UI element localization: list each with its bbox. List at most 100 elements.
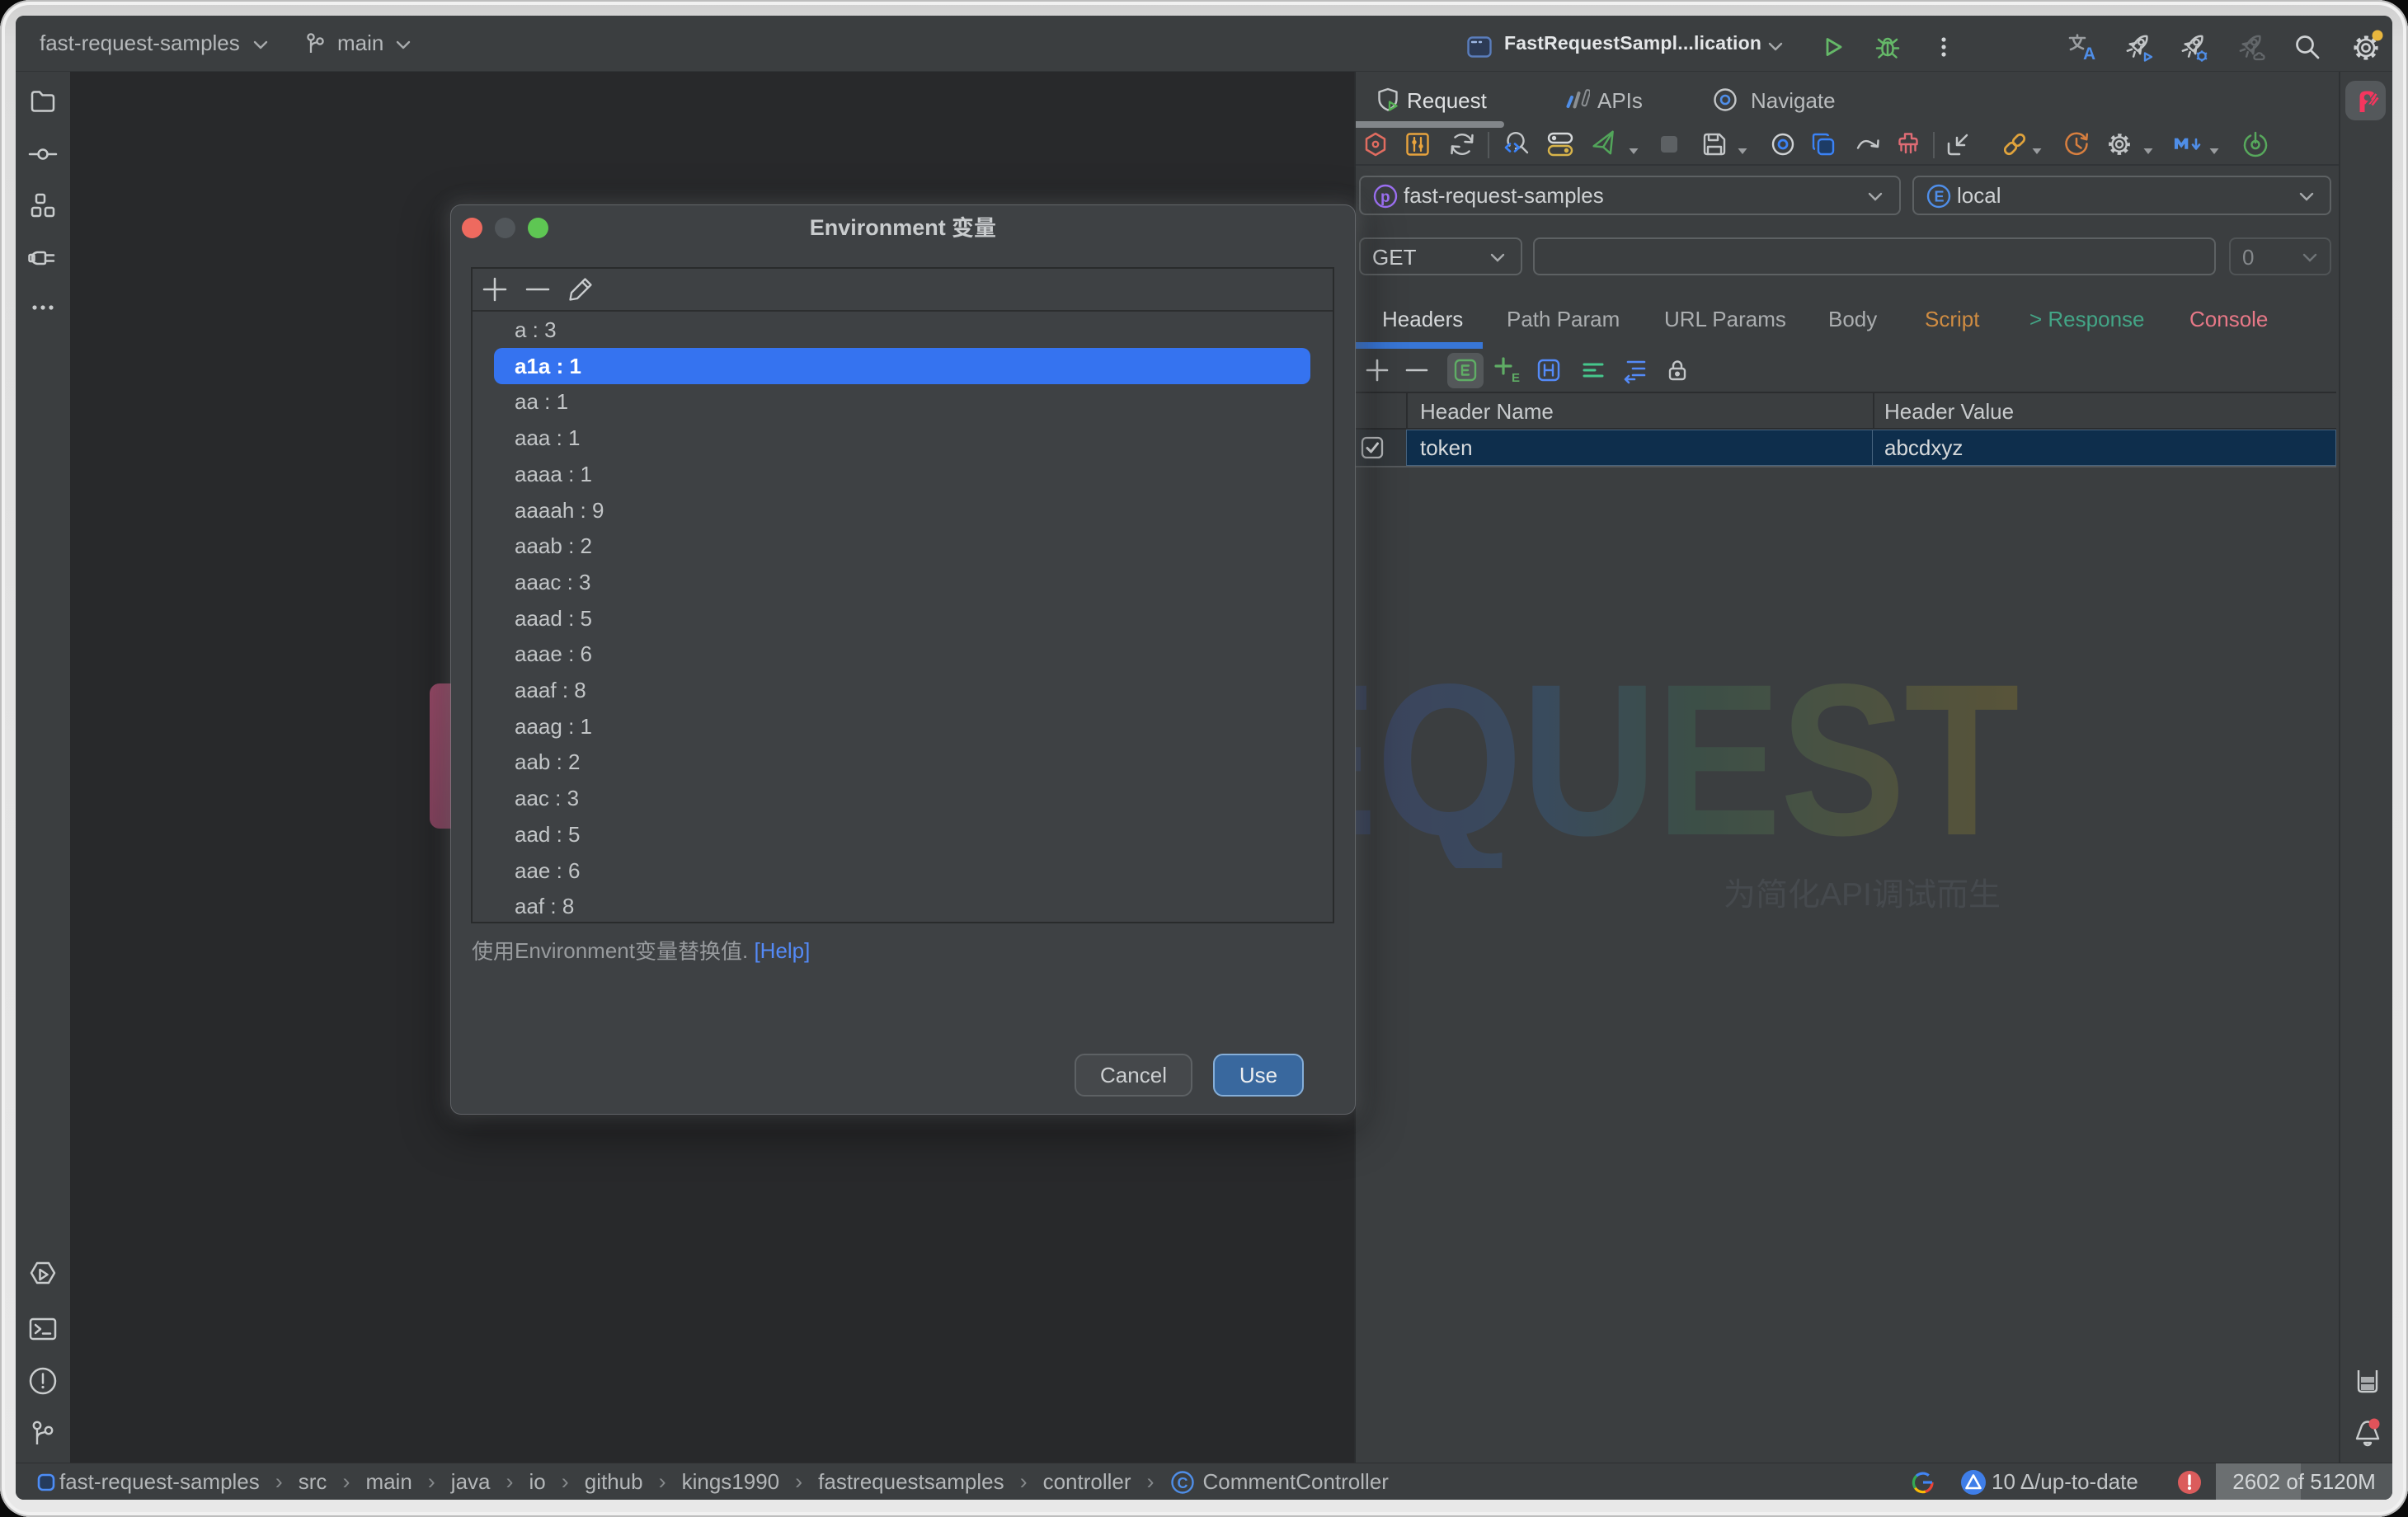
row-checkbox[interactable]	[1360, 435, 1385, 460]
url-input[interactable]	[1533, 237, 2216, 275]
more-actions-button[interactable]	[1931, 35, 1956, 59]
method-select[interactable]: GET	[1359, 237, 1522, 275]
run-configuration-icon[interactable]	[1466, 34, 1493, 60]
row-value-cell[interactable]: abcdxyz	[1873, 430, 2336, 466]
breadcrumb-item[interactable]: kings1990	[682, 1463, 780, 1500]
refresh-icon[interactable]	[1447, 129, 1477, 159]
sync-status-text[interactable]: 10 Δ/up-to-date	[1992, 1463, 2138, 1500]
run-button[interactable]	[1820, 34, 1846, 60]
breadcrumb-item[interactable]: java	[451, 1463, 491, 1500]
services-tool-icon[interactable]	[27, 1259, 59, 1290]
translate-icon[interactable]: A	[2067, 31, 2098, 63]
breadcrumb-item[interactable]: CommentController	[1203, 1463, 1389, 1500]
search-code-icon[interactable]	[1503, 129, 1532, 159]
record-icon[interactable]	[1770, 131, 1796, 157]
breadcrumb-item[interactable]: controller	[1043, 1463, 1131, 1500]
env-list-item[interactable]: aaaah : 9	[494, 492, 1310, 528]
structure-tool-icon[interactable]	[29, 191, 57, 219]
git-tool-icon[interactable]	[28, 1419, 58, 1449]
subtab-headers[interactable]: Headers	[1382, 307, 1463, 332]
settings-gear-icon[interactable]	[2349, 30, 2383, 64]
breadcrumb-item[interactable]: src	[299, 1463, 327, 1500]
link-icon[interactable]	[2000, 129, 2029, 159]
run-configuration-name[interactable]: FastRequestSampl...lication	[1504, 16, 1761, 71]
subtab-response[interactable]: > Response	[2029, 307, 2144, 332]
save-icon[interactable]	[1700, 130, 1728, 158]
row-name-cell[interactable]: token	[1406, 430, 1873, 466]
table-row[interactable]: token abcdxyz	[1356, 430, 2336, 467]
list-edit-icon[interactable]	[566, 275, 595, 304]
table-align-icon[interactable]	[1580, 357, 1606, 383]
subtab-script[interactable]: Script	[1925, 307, 1979, 332]
use-button[interactable]: Use	[1213, 1054, 1304, 1097]
git-branch-selector-icon[interactable]	[303, 31, 327, 56]
env-list-item[interactable]: aaaa : 1	[494, 456, 1310, 492]
chevron-down-icon[interactable]	[1765, 35, 1786, 57]
error-indicator-icon[interactable]	[2175, 1468, 2203, 1496]
import-icon[interactable]	[1944, 130, 1972, 158]
chevron-down-icon[interactable]	[393, 34, 414, 55]
count-select[interactable]: 0	[2229, 237, 2331, 275]
table-header-preset-icon[interactable]	[1536, 357, 1562, 383]
env-list-item[interactable]: aaad : 5	[494, 600, 1310, 636]
tab-navigate[interactable]: Navigate	[1751, 76, 1836, 125]
breadcrumb-item[interactable]: io	[529, 1463, 546, 1500]
project-tool-icon[interactable]	[29, 87, 57, 115]
rocket-cloud-icon[interactable]	[2235, 31, 2268, 63]
breadcrumb-item[interactable]: github	[585, 1463, 643, 1500]
env-list-item[interactable]: aaae : 6	[494, 636, 1310, 672]
filter-settings-icon[interactable]	[1404, 131, 1431, 157]
list-remove-icon[interactable]	[523, 275, 553, 304]
env-list-item[interactable]: aaaf : 8	[494, 672, 1310, 708]
column-header-value[interactable]: Header Value	[1884, 399, 2014, 425]
tab-apis[interactable]: APIs	[1597, 76, 1643, 125]
env-list-item[interactable]: aab : 2	[494, 744, 1310, 780]
terminal-tool-icon[interactable]	[28, 1314, 58, 1344]
markdown-export-icon[interactable]	[2170, 129, 2203, 159]
subtab-url-params[interactable]: URL Params	[1664, 307, 1786, 332]
settings-dropdown-icon[interactable]	[2141, 143, 2156, 158]
env-list-item[interactable]: aaag : 1	[494, 708, 1310, 744]
keep-alive-icon[interactable]	[2241, 130, 2269, 158]
panel-settings-icon[interactable]	[2105, 129, 2134, 159]
env-list-item[interactable]: aad : 5	[494, 816, 1310, 852]
env-list-item[interactable]: aac : 3	[494, 780, 1310, 816]
breadcrumb-item[interactable]: main	[365, 1463, 412, 1500]
env-list-item[interactable]: aaf : 8	[494, 888, 1310, 924]
table-env-icon[interactable]	[1452, 357, 1479, 383]
commit-tool-icon[interactable]	[28, 139, 58, 169]
markdown-dropdown-icon[interactable]	[2207, 143, 2222, 158]
chevron-down-icon[interactable]	[250, 34, 271, 55]
scan-api-icon[interactable]	[1362, 131, 1389, 157]
list-add-icon[interactable]	[480, 275, 510, 304]
table-add-env-icon[interactable]: E	[1492, 355, 1523, 386]
fast-request-tool-button[interactable]	[2345, 81, 2386, 120]
env-list-item[interactable]: a : 3	[494, 312, 1310, 348]
endpoints-tool-icon[interactable]	[27, 242, 59, 274]
environment-toggles-icon[interactable]	[1546, 130, 1574, 158]
help-link[interactable]: [Help]	[754, 938, 810, 963]
rocket-run-icon[interactable]	[2122, 31, 2155, 63]
send-request-icon[interactable]	[1590, 129, 1620, 159]
breadcrumb-item[interactable]: fastrequestsamples	[818, 1463, 1004, 1500]
notifications-bell-icon[interactable]	[2351, 1417, 2384, 1450]
problems-tool-icon[interactable]	[27, 1365, 59, 1397]
debug-button[interactable]	[1874, 33, 1902, 61]
search-icon[interactable]	[2292, 31, 2323, 63]
table-remove-icon[interactable]	[1403, 356, 1431, 384]
env-list-item[interactable]: aaab : 2	[494, 528, 1310, 564]
google-icon[interactable]	[1911, 1470, 1935, 1495]
table-lock-icon[interactable]	[1664, 357, 1691, 383]
subtab-console[interactable]: Console	[2189, 307, 2268, 332]
link-dropdown-icon[interactable]	[2029, 143, 2044, 158]
column-header-name[interactable]: Header Name	[1420, 399, 1554, 425]
rocket-debug-icon[interactable]	[2177, 31, 2210, 63]
subtab-body[interactable]: Body	[1828, 307, 1877, 332]
table-sort-icon[interactable]	[1621, 356, 1649, 384]
tab-request[interactable]: Request	[1407, 76, 1487, 125]
project-select[interactable]: p fast-request-samples	[1359, 176, 1901, 215]
more-tools-icon[interactable]	[29, 294, 57, 322]
history-icon[interactable]	[2062, 129, 2091, 159]
clear-icon[interactable]	[1894, 130, 1922, 158]
branch-name[interactable]: main	[337, 16, 383, 71]
